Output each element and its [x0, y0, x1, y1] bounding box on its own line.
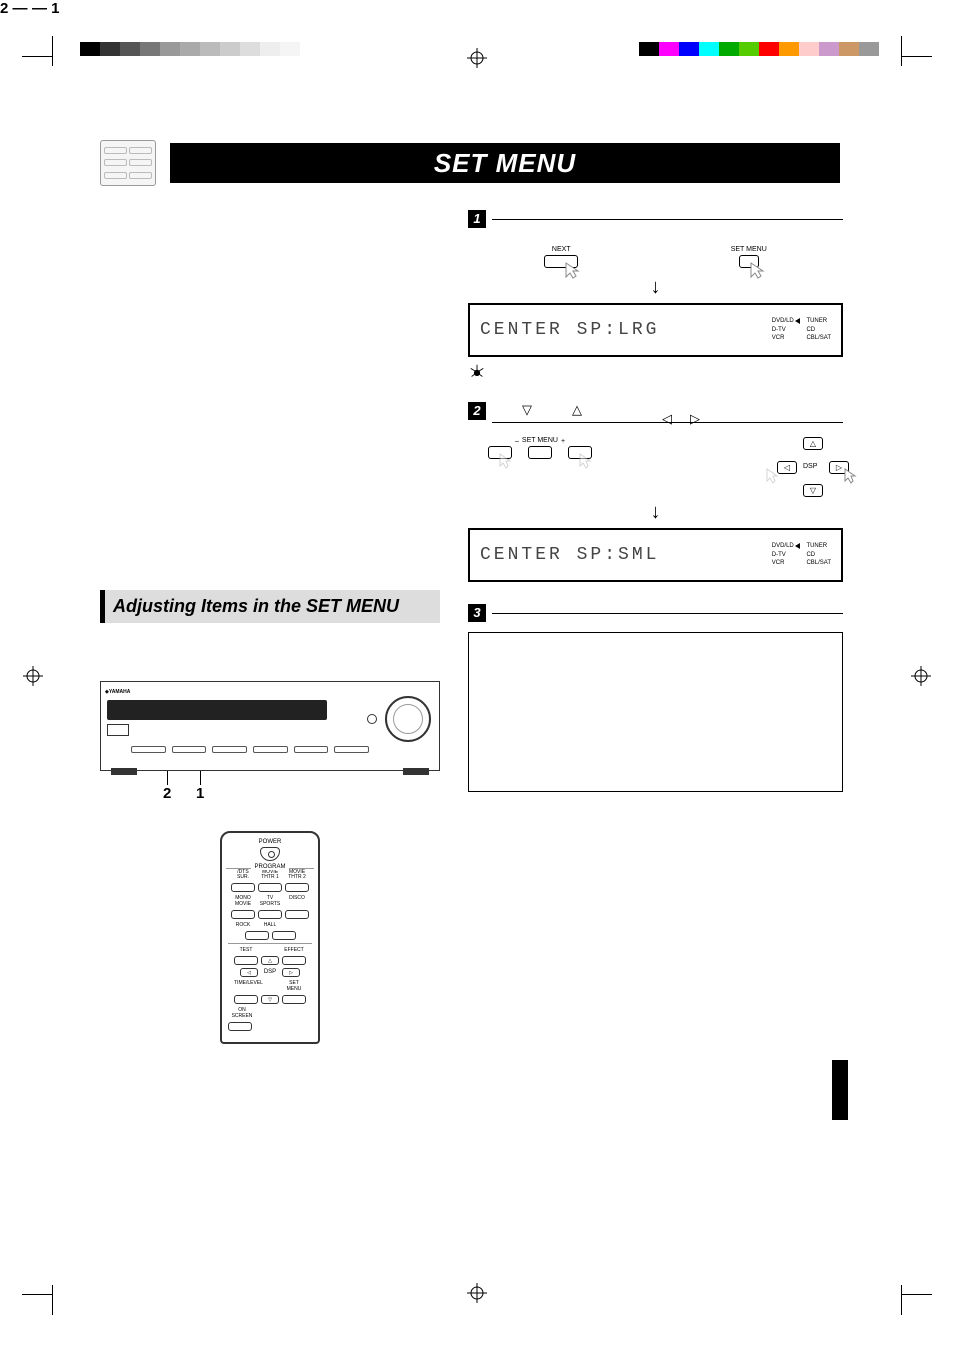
down-arrow-icon: ↓	[468, 276, 843, 299]
setmenu-label: SET MENU	[522, 437, 558, 444]
receiver-callout-1: 1	[196, 785, 204, 802]
display-text: CENTER SP:LRG	[480, 320, 659, 340]
display-text: CENTER SP:SML	[480, 545, 659, 565]
registration-mark-icon	[23, 666, 43, 686]
step-3: 3	[468, 604, 843, 622]
remote-callout-1: — 1	[32, 0, 60, 17]
registration-mark-icon	[911, 666, 931, 686]
display-panel-1: CENTER SP:LRG DVD/LD D-TV VCR TUNER CD C…	[468, 303, 843, 357]
triangle-left-icon: ◁	[662, 411, 672, 427]
triangle-down-icon: ▽	[522, 402, 532, 418]
dpad-illustration: △ ▽ ◁ ▷ DSP	[783, 437, 843, 497]
minus-button-illustration	[488, 446, 512, 459]
plus-label: +	[561, 438, 565, 445]
receiver-illustration: ◈YAMAHA	[100, 681, 440, 771]
remote-power-label: POWER	[228, 839, 312, 845]
setmenu-label: SET MENU	[731, 246, 767, 253]
pointer-icon	[749, 261, 769, 281]
dpad-up-icon: △	[803, 437, 823, 450]
setmenu-button-illustration-2: SET MENU	[522, 437, 558, 459]
remote-program-label: PROGRAM	[251, 864, 288, 870]
section-subtitle: Adjusting Items in the SET MENU	[100, 590, 440, 623]
dsp-label: DSP	[803, 463, 817, 470]
step-number: 2	[468, 402, 486, 420]
step-1: 1	[468, 210, 843, 228]
registration-mark-icon	[467, 1283, 487, 1303]
next-label: NEXT	[552, 246, 571, 253]
page-title-text: SET MENU	[434, 148, 576, 179]
pointer-icon	[765, 467, 783, 485]
dpad-down-icon: ▽	[803, 484, 823, 497]
next-button-illustration: NEXT	[544, 246, 578, 268]
triangle-up-icon: △	[572, 402, 582, 418]
down-arrow-icon: ↓	[468, 501, 843, 524]
plus-button-illustration	[568, 446, 592, 459]
grayscale-colorbar	[80, 42, 320, 56]
subtitle-text: Adjusting Items in the SET MENU	[113, 596, 399, 616]
tab-marker	[832, 1060, 848, 1120]
step-number: 3	[468, 604, 486, 622]
pointer-icon	[564, 261, 584, 281]
hue-colorbar	[639, 42, 879, 56]
triangle-left-icon	[795, 318, 800, 324]
page-title: SET MENU	[170, 143, 840, 183]
setmenu-button-illustration: SET MENU	[731, 246, 767, 268]
pointer-icon	[498, 452, 516, 470]
remote-illustration: POWER PROGRAM /DTS SUR. MOVIE THTR 1 MOV…	[220, 831, 320, 1044]
minus-label: –	[515, 438, 519, 445]
note-icon	[468, 363, 843, 384]
power-button-icon	[260, 847, 280, 861]
triangle-right-icon: ▷	[690, 411, 700, 427]
step-number: 1	[468, 210, 486, 228]
menu-icon	[100, 140, 156, 186]
remote-callout-2: 2 —	[0, 0, 28, 17]
step-2: 2 ▽ △ ◁ ▷	[468, 402, 843, 427]
empty-box	[468, 632, 843, 792]
display-panel-2: CENTER SP:SML DVD/LD D-TV VCR TUNER CD C…	[468, 528, 843, 582]
pointer-icon	[843, 467, 861, 485]
receiver-callout-2: 2	[163, 785, 171, 802]
triangle-left-icon	[795, 543, 800, 549]
pointer-icon	[578, 452, 596, 470]
